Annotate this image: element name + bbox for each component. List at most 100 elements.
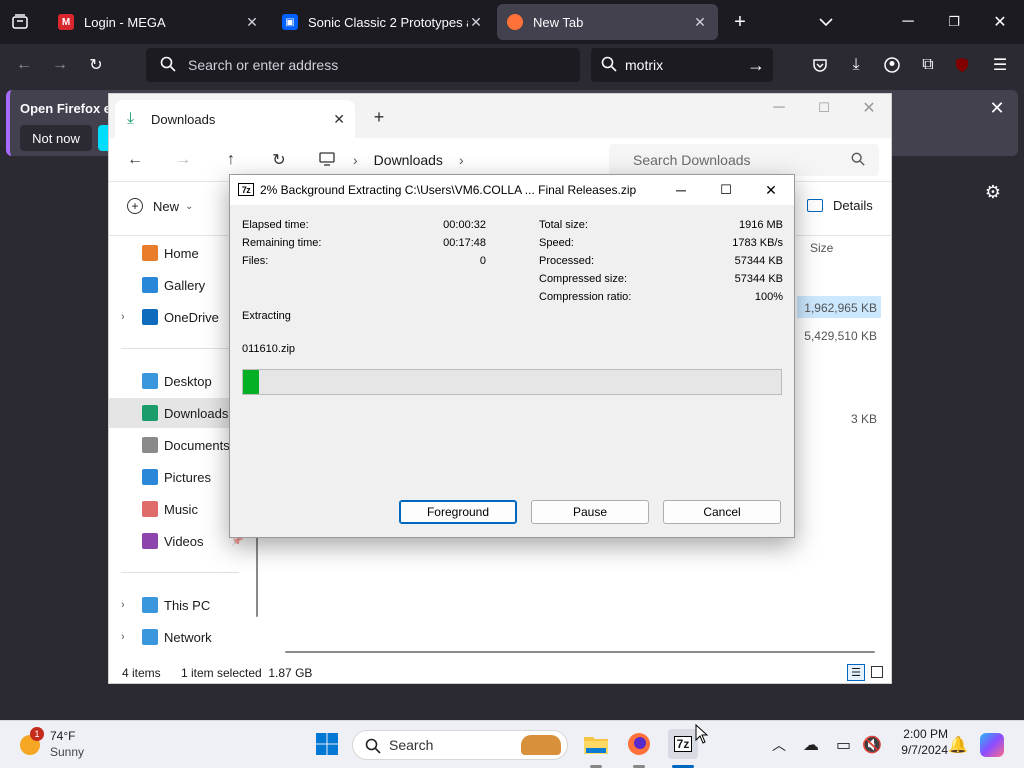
pc-icon [142, 597, 158, 613]
explorer-tab-downloads[interactable]: ⤓ Downloads ✕ [115, 100, 355, 138]
pause-button[interactable]: Pause [531, 500, 649, 524]
new-button[interactable]: + New ⌄ [127, 198, 193, 214]
url-bar[interactable]: Search or enter address [146, 48, 580, 82]
mushroom-decor-icon [521, 735, 561, 755]
downloads-arrow-icon[interactable]: ⤓ [844, 54, 868, 76]
firefox-favicon-icon [507, 14, 523, 30]
compressed-size-label: Compressed size: [539, 273, 628, 285]
pocket-icon[interactable] [808, 54, 832, 76]
settings-gear-icon[interactable]: ⚙ [980, 180, 1006, 204]
search-icon [365, 738, 381, 757]
cancel-button[interactable]: Cancel [663, 500, 781, 524]
account-icon[interactable] [880, 54, 904, 76]
horizontal-scrollbar[interactable] [285, 651, 875, 653]
tab-overview-icon[interactable] [8, 12, 32, 32]
chevron-right-icon[interactable]: › [121, 311, 125, 323]
sevenzip-taskbar-icon[interactable]: 7z [668, 729, 698, 759]
windows-taskbar: 1 74°F Sunny Search 7z ︿ ☁ ▭ 🔇 2:00 PM 9… [0, 720, 1024, 768]
tab-title: Login - MEGA [84, 14, 166, 30]
weather-temp: 74°F [50, 729, 76, 743]
desktop-icon [142, 373, 158, 389]
extensions-puzzle-icon[interactable]: ⧉ [916, 54, 940, 76]
column-header-size[interactable]: Size [810, 241, 833, 255]
volume-icon[interactable]: 🔇 [862, 735, 882, 755]
close-icon[interactable]: ✕ [756, 177, 786, 203]
hamburger-menu-icon[interactable]: ☰ [988, 54, 1012, 76]
firefox-icon[interactable] [624, 729, 654, 759]
tab-title: Sonic Classic 2 Prototypes and [308, 14, 468, 30]
file-explorer-icon[interactable] [581, 729, 611, 759]
search-icon [601, 56, 617, 75]
item-count: 4 items [122, 666, 161, 680]
breadcrumb-downloads[interactable]: Downloads [374, 152, 443, 168]
start-windows-icon[interactable] [312, 729, 342, 759]
minimize-icon[interactable]: ─ [896, 10, 920, 34]
close-icon[interactable]: ✕ [333, 111, 345, 128]
sidebar-item-label: Desktop [164, 373, 212, 389]
foreground-button[interactable]: Foreground [399, 500, 517, 524]
refresh-icon[interactable]: ↻ [267, 148, 291, 172]
restore-icon[interactable]: ❐ [942, 10, 966, 34]
tab-sonic-classic[interactable]: ▣ Sonic Classic 2 Prototypes and ✕ [272, 4, 494, 40]
chevron-right-icon[interactable]: › [121, 631, 125, 643]
new-tab-plus-icon[interactable]: + [728, 10, 752, 34]
sidebar-item-this-pc[interactable]: › This PC [109, 590, 259, 620]
minimize-icon[interactable]: ─ [767, 98, 791, 118]
list-tabs-chevron-icon[interactable] [814, 10, 838, 34]
copilot-icon[interactable] [980, 733, 1004, 757]
ublock-origin-icon[interactable] [952, 56, 972, 74]
selection-info: 1 item selected 1.87 GB [181, 666, 313, 680]
cloud-icon [142, 309, 158, 325]
tab-new-tab[interactable]: New Tab ✕ [497, 4, 718, 40]
sidebar-item-network[interactable]: › Network [109, 622, 259, 652]
display-icon[interactable]: ▭ [836, 735, 851, 755]
close-icon[interactable]: ✕ [244, 14, 260, 31]
tiles-view-icon[interactable] [871, 666, 883, 678]
home-icon [142, 245, 158, 261]
taskbar-search[interactable]: Search [352, 730, 568, 760]
details-view-icon[interactable]: ☰ [847, 664, 865, 681]
maximize-icon[interactable]: ☐ [711, 177, 741, 203]
weather-widget[interactable]: 1 74°F Sunny [14, 727, 104, 763]
search-box[interactable]: motrix → [591, 48, 773, 82]
back-arrow-icon[interactable]: ← [12, 54, 36, 76]
size-cell: 3 KB [850, 412, 877, 426]
chevron-up-icon[interactable]: ︿ [772, 735, 786, 755]
size-cell: 1,962,965 KB [804, 301, 877, 315]
notification-action-button[interactable] [98, 125, 108, 151]
mega-favicon-icon: M [58, 14, 74, 30]
explorer-search-input[interactable]: Search Downloads [609, 144, 879, 176]
browser-tab-bar: M Login - MEGA ✕ ▣ Sonic Classic 2 Proto… [0, 0, 1024, 44]
maximize-icon[interactable]: ☐ [812, 98, 836, 118]
notification-badge: 1 [30, 727, 44, 741]
close-icon[interactable]: ✕ [468, 14, 484, 31]
notification-close-icon[interactable]: ✕ [984, 96, 1010, 120]
up-arrow-icon[interactable]: ↑ [219, 148, 243, 172]
not-now-button[interactable]: Not now [20, 125, 92, 151]
tab-login-mega[interactable]: M Login - MEGA ✕ [48, 4, 270, 40]
breadcrumb[interactable]: › Downloads › [319, 144, 464, 176]
forward-arrow-icon[interactable]: → [48, 54, 72, 76]
clock-time: 2:00 PM [903, 727, 948, 741]
go-arrow-icon[interactable]: → [747, 55, 765, 76]
minimize-icon[interactable]: ─ [666, 177, 696, 203]
back-arrow-icon[interactable]: ← [123, 148, 147, 172]
details-button[interactable]: Details [807, 198, 873, 213]
bell-icon[interactable]: 🔔 [948, 735, 968, 755]
onedrive-sync-icon[interactable]: ☁ [803, 735, 819, 755]
new-tab-plus-icon[interactable]: + [367, 106, 391, 128]
close-window-icon[interactable]: ✕ [988, 10, 1012, 34]
chevron-right-icon[interactable]: › [121, 599, 125, 611]
clock[interactable]: 2:00 PM 9/7/2024 [884, 727, 948, 757]
forward-arrow-icon[interactable]: → [171, 148, 195, 172]
reload-icon[interactable]: ↻ [84, 54, 108, 76]
operation-status: Extracting [242, 310, 291, 322]
explorer-status-bar: 4 items 1 item selected 1.87 GB ☰ [109, 662, 891, 684]
speed-label: Speed: [539, 237, 574, 249]
sevenzip-extract-dialog: 7z 2% Background Extracting C:\Users\VM6… [229, 174, 795, 538]
chevron-right-icon: › [458, 152, 464, 168]
close-icon[interactable]: ✕ [692, 14, 708, 31]
close-window-icon[interactable]: ✕ [857, 98, 881, 118]
sidebar-item-label: Downloads [164, 405, 229, 421]
vertical-scrollbar[interactable] [256, 537, 258, 617]
